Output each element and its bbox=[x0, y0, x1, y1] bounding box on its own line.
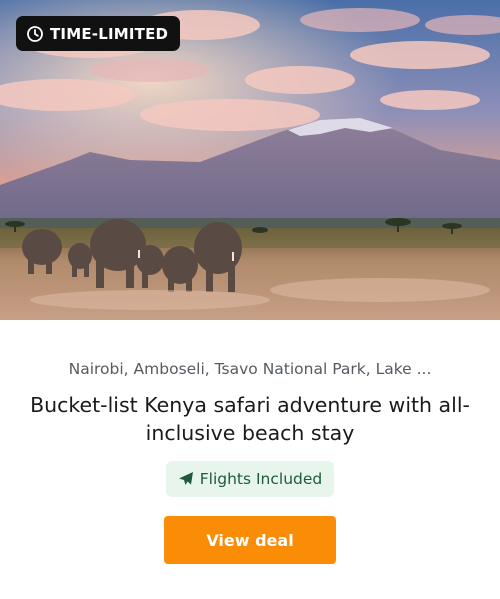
plane-icon bbox=[178, 472, 193, 485]
flights-included-badge: Flights Included bbox=[165, 461, 335, 497]
deal-title[interactable]: Bucket-list Kenya safari adventure with … bbox=[15, 391, 485, 447]
view-deal-button[interactable]: View deal bbox=[164, 516, 336, 564]
clock-icon bbox=[27, 25, 43, 42]
badge-label: TIME-LIMITED bbox=[50, 24, 169, 43]
time-limited-badge: TIME-LIMITED bbox=[16, 16, 181, 51]
deal-location: Nairobi, Amboseli, Tsavo National Park, … bbox=[68, 360, 432, 378]
feature-label: Flights Included bbox=[199, 470, 323, 488]
deal-details: Nairobi, Amboseli, Tsavo National Park, … bbox=[0, 320, 500, 564]
hero-photo[interactable]: TIME-LIMITED bbox=[0, 0, 500, 320]
deal-card[interactable]: TIME-LIMITED Nairobi, Amboseli, Tsavo Na… bbox=[0, 0, 500, 599]
